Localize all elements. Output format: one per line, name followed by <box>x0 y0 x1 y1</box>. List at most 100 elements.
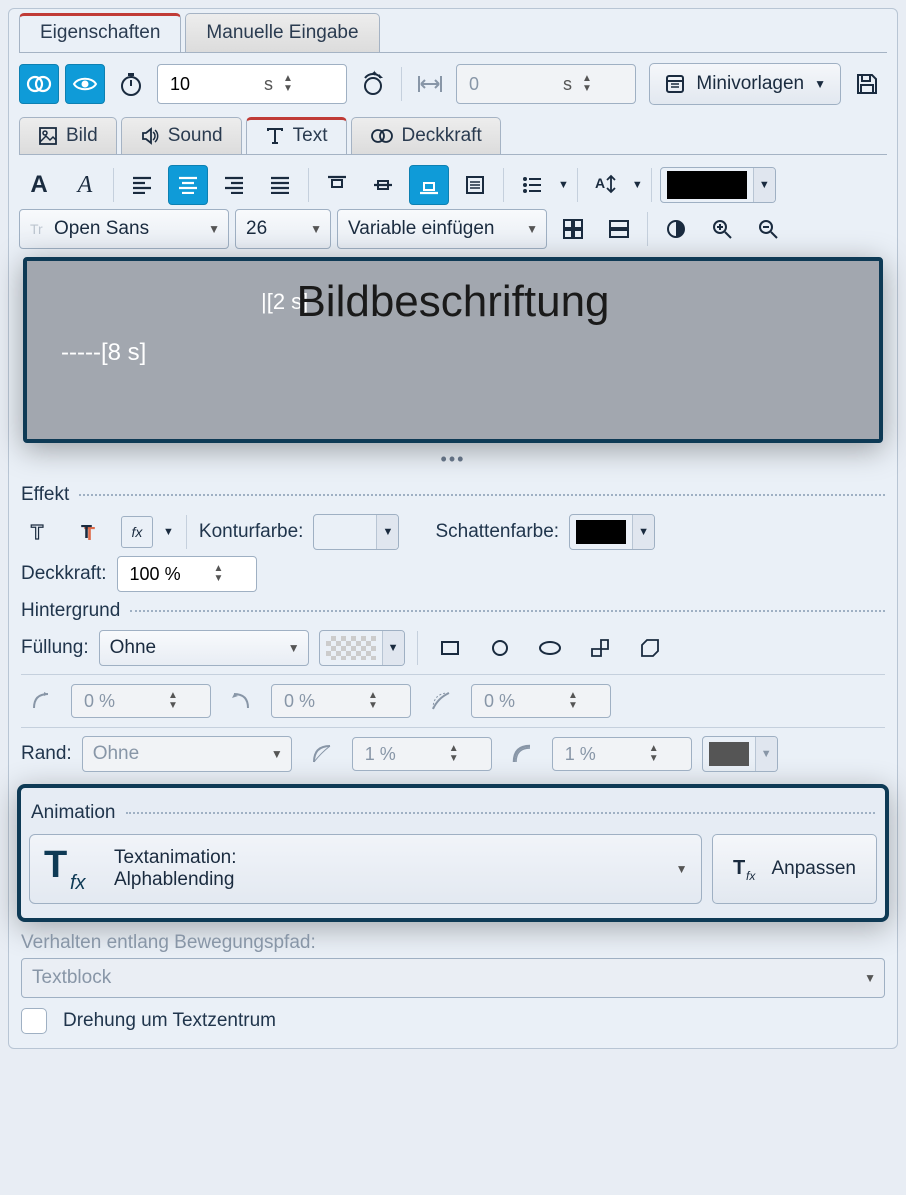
valign-block-button[interactable] <box>455 165 495 205</box>
fuellung-color-picker[interactable]: ▼ <box>319 630 405 666</box>
rotation-label: Drehung um Textzentrum <box>63 1010 276 1032</box>
corner-tl-icon <box>21 681 61 721</box>
fx-effect-icon[interactable]: fx <box>121 516 153 548</box>
fuellung-dropdown[interactable]: Ohne ▼ <box>99 630 309 666</box>
font-size-dropdown[interactable]: 26 ▼ <box>235 209 331 249</box>
deckkraft-spinner[interactable]: ▲▼ <box>117 556 257 592</box>
fuellung-dropdown-caret[interactable]: ▼ <box>382 631 404 665</box>
rotation-checkbox[interactable] <box>21 1008 47 1034</box>
contrast-icon[interactable] <box>656 209 696 249</box>
svg-text:✦: ✦ <box>371 70 378 78</box>
effect-dropdown-caret[interactable]: ▼ <box>163 526 174 538</box>
variable-insert-dropdown[interactable]: Variable einfügen ▼ <box>337 209 547 249</box>
tab-text-label: Text <box>293 125 328 147</box>
stopwatch-icon[interactable] <box>111 64 151 104</box>
visibility-eye-icon[interactable] <box>65 64 105 104</box>
variable-label: Variable einfügen <box>348 218 494 240</box>
corner3-spinner: ▲▼ <box>471 684 611 718</box>
minivorlagen-button[interactable]: Minivorlagen ▼ <box>649 63 841 105</box>
align-justify-button[interactable] <box>260 165 300 205</box>
width-spinner: s ▲▼ <box>456 64 636 104</box>
list-dropdown-caret[interactable]: ▼ <box>558 179 569 191</box>
schatten-color-picker[interactable]: ▼ <box>569 514 655 550</box>
schatten-swatch <box>576 520 626 544</box>
align-center-button[interactable] <box>168 165 208 205</box>
outline-effect-icon[interactable]: T <box>21 512 61 552</box>
hintergrund-title: Hintergrund <box>21 600 120 622</box>
path-behavior-value: Textblock <box>32 967 111 989</box>
save-icon[interactable] <box>847 64 887 104</box>
spinner-arrows[interactable]: ▲▼ <box>214 564 224 584</box>
visibility-link-icon[interactable] <box>19 64 59 104</box>
fuellung-value: Ohne <box>110 637 156 659</box>
image-icon <box>38 126 58 146</box>
konturfarbe-label: Konturfarbe: <box>199 521 304 543</box>
valign-middle-button[interactable] <box>363 165 403 205</box>
rand-dropdown: Ohne ▼ <box>82 736 292 772</box>
duration-input[interactable] <box>168 73 258 96</box>
rand-curve2-icon <box>502 734 542 774</box>
rand-color-picker: ▼ <box>702 736 778 772</box>
text-color-picker[interactable]: ▼ <box>660 167 776 203</box>
path-behavior-dropdown: Textblock ▼ <box>21 958 885 998</box>
template-icon <box>664 73 686 95</box>
width-input <box>467 73 557 96</box>
char-spacing-button[interactable]: A <box>586 165 626 205</box>
path-behavior-label: Verhalten entlang Bewegungspfad: <box>21 932 316 954</box>
svg-text:fx: fx <box>70 872 87 893</box>
minivorlagen-label: Minivorlagen <box>696 73 804 95</box>
corner1-spinner: ▲▼ <box>71 684 211 718</box>
schatten-dropdown[interactable]: ▼ <box>632 515 654 549</box>
refresh-time-icon[interactable]: ✦ <box>353 64 393 104</box>
spinner-arrows[interactable]: ▲▼ <box>283 74 293 94</box>
animation-select[interactable]: Tfx Textanimation: Alphablending ▼ <box>29 834 702 904</box>
duration-unit: s <box>264 74 273 95</box>
shape-circle-icon[interactable] <box>480 628 520 668</box>
chevron-down-icon: ▼ <box>676 862 688 876</box>
list-button[interactable] <box>512 165 552 205</box>
tab-bild[interactable]: Bild <box>19 117 117 154</box>
svg-text:T: T <box>733 857 745 879</box>
text-color-dropdown[interactable]: ▼ <box>753 168 775 202</box>
sub-tabs: Bild Sound Text Deckkraft <box>19 117 887 154</box>
zoom-out-icon[interactable] <box>748 209 788 249</box>
text-preview[interactable]: |[2 s] Bildbeschriftung -----[8 s] <box>23 257 883 443</box>
zoom-in-icon[interactable] <box>702 209 742 249</box>
kontur-color-picker[interactable]: ▼ <box>313 514 399 550</box>
text-format-toolbar: A A ▼ A ▼ ▼ <box>15 163 891 207</box>
anpassen-button[interactable]: Tfx Anpassen <box>712 834 877 904</box>
spacing-dropdown-caret[interactable]: ▼ <box>632 179 643 191</box>
caption-text[interactable]: Bildbeschriftung <box>27 277 879 327</box>
font-icon: Tr <box>30 220 48 238</box>
schattenfarbe-label: Schattenfarbe: <box>435 521 559 543</box>
opacity-icon <box>370 126 394 146</box>
align-left-button[interactable] <box>122 165 162 205</box>
svg-text:fx: fx <box>746 869 756 882</box>
rand-w2-spinner: ▲▼ <box>552 737 692 771</box>
valign-top-button[interactable] <box>317 165 357 205</box>
shadow-effect-icon[interactable]: TT <box>71 512 111 552</box>
rows-icon[interactable] <box>599 209 639 249</box>
corner2-spinner: ▲▼ <box>271 684 411 718</box>
grid-2x2-icon[interactable] <box>553 209 593 249</box>
italic-button[interactable]: A <box>65 165 105 205</box>
bold-button[interactable]: A <box>19 165 59 205</box>
drag-handle-icon[interactable]: ••• <box>15 449 891 470</box>
tab-text[interactable]: Text <box>246 117 347 154</box>
deckkraft-input[interactable] <box>128 563 208 586</box>
tab-manual-input[interactable]: Manuelle Eingabe <box>185 13 379 52</box>
shape-ellipse-icon[interactable] <box>530 628 570 668</box>
marker-8s: -----[8 s] <box>61 339 146 367</box>
align-right-button[interactable] <box>214 165 254 205</box>
font-dropdown[interactable]: Tr Open Sans ▼ <box>19 209 229 249</box>
shape-rect-icon[interactable] <box>430 628 470 668</box>
tab-sound[interactable]: Sound <box>121 117 242 154</box>
tab-deckkraft[interactable]: Deckkraft <box>351 117 501 154</box>
valign-bottom-button[interactable] <box>409 165 449 205</box>
tab-properties[interactable]: Eigenschaften <box>19 13 181 52</box>
shape-poly1-icon[interactable] <box>580 628 620 668</box>
hintergrund-section-header: Hintergrund <box>21 600 885 622</box>
shape-poly2-icon[interactable] <box>630 628 670 668</box>
kontur-dropdown[interactable]: ▼ <box>376 515 398 549</box>
duration-spinner[interactable]: s ▲▼ <box>157 64 347 104</box>
